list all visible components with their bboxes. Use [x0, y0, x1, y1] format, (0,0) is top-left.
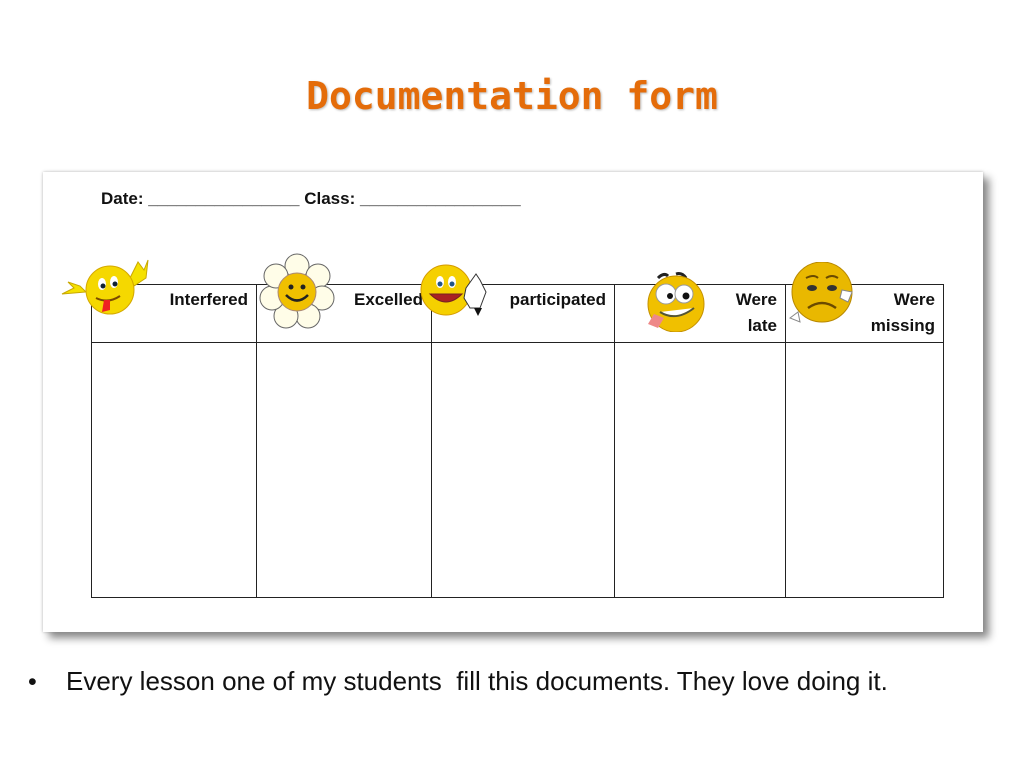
crazy-smiley-icon [647, 272, 705, 332]
slide-title: Documentation form [306, 74, 718, 118]
header-label: Interfered [169, 290, 248, 309]
header-label: Excelled [354, 290, 423, 309]
cell-excelled[interactable] [256, 342, 432, 598]
cell-were-missing[interactable] [785, 342, 944, 598]
header-label: Were [893, 290, 935, 309]
header-label: participated [509, 290, 606, 309]
header-label: missing [870, 316, 935, 335]
tongue-waving-smiley-icon [61, 259, 149, 315]
bullet-text: Every lesson one of my students fill thi… [66, 666, 888, 696]
header-label: Were [735, 290, 777, 309]
flower-smiley-icon [259, 253, 335, 329]
date-class-line: Date: ________________ Class: __________… [101, 189, 521, 208]
cell-participated[interactable] [431, 342, 615, 598]
sad-smiley-icon [788, 262, 853, 323]
bullet-marker: • [28, 668, 37, 696]
header-label: late [747, 316, 777, 335]
thumbs-up-smiley-icon [420, 264, 487, 316]
cell-were-late[interactable] [614, 342, 786, 598]
cell-interfered[interactable] [91, 342, 257, 598]
